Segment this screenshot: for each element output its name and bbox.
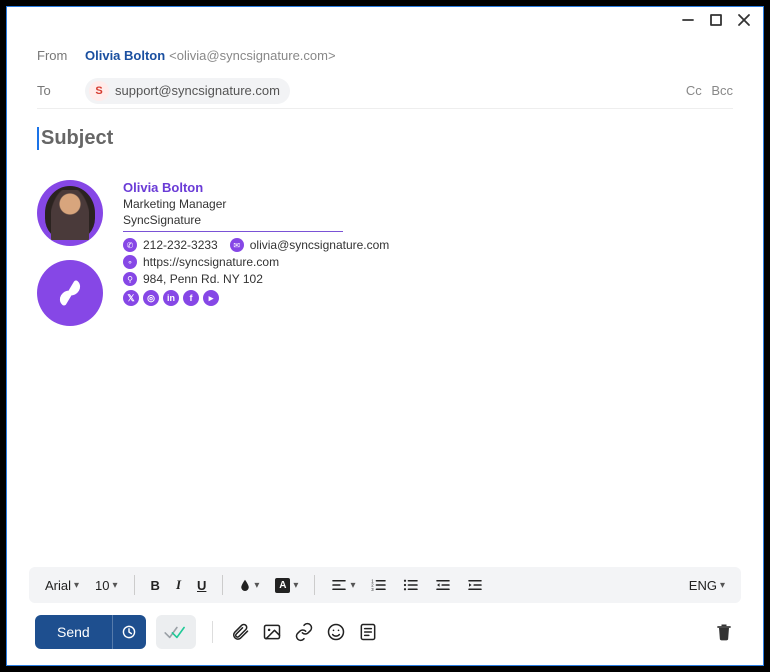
x-icon[interactable]: 𝕏 [123, 290, 139, 306]
font-family-select[interactable]: Arial▾ [39, 574, 85, 597]
close-button[interactable] [737, 13, 751, 32]
recipient-email: support@syncsignature.com [115, 83, 280, 98]
globe-icon: ⚬ [123, 255, 137, 269]
language-select[interactable]: ENG▾ [683, 574, 731, 597]
attachment-button[interactable] [229, 621, 251, 643]
from-label: From [37, 48, 85, 63]
signature-email: olivia@syncsignature.com [250, 238, 390, 252]
send-schedule-button[interactable] [112, 615, 146, 649]
compose-window: From Olivia Bolton <olivia@syncsignature… [6, 6, 764, 666]
template-button[interactable] [357, 621, 379, 643]
action-bar: Send [7, 603, 763, 665]
recipient-badge: S [89, 81, 109, 101]
signature-phone: 212-232-3233 [143, 238, 218, 252]
format-toolbar: Arial▾ 10▾ B I U ▾ A▾ ▾ 123 [29, 567, 741, 603]
recipient-chip[interactable]: S support@syncsignature.com [85, 78, 290, 104]
from-name[interactable]: Olivia Bolton [85, 48, 165, 63]
unordered-list-button[interactable] [397, 575, 425, 595]
highlight-button[interactable]: A▾ [269, 574, 304, 597]
image-button[interactable] [261, 621, 283, 643]
signature-address: 984, Penn Rd. NY 102 [143, 272, 263, 286]
instagram-icon[interactable]: ◎ [143, 290, 159, 306]
window-titlebar [7, 7, 763, 37]
linkedin-icon[interactable]: in [163, 290, 179, 306]
subject-input[interactable] [41, 127, 733, 150]
font-size-select[interactable]: 10▾ [89, 574, 124, 597]
underline-button[interactable]: U [191, 574, 212, 597]
email-signature: Olivia Bolton Marketing Manager SyncSign… [37, 180, 733, 326]
bold-button[interactable]: B [145, 574, 166, 597]
cc-bcc: Cc Bcc [680, 83, 733, 98]
emoji-button[interactable] [325, 621, 347, 643]
to-label: To [37, 83, 85, 98]
signature-company: SyncSignature [123, 213, 389, 227]
from-row: From Olivia Bolton <olivia@syncsignature… [37, 37, 733, 73]
signature-website: https://syncsignature.com [143, 255, 279, 269]
indent-button[interactable] [461, 575, 489, 595]
discard-button[interactable] [713, 621, 735, 643]
ordered-list-button[interactable]: 123 [365, 575, 393, 595]
avatar [37, 180, 103, 246]
company-logo [37, 260, 103, 326]
from-email: <olivia@syncsignature.com> [169, 48, 335, 63]
send-button[interactable]: Send [35, 615, 146, 649]
outdent-button[interactable] [429, 575, 457, 595]
text-color-button[interactable]: ▾ [233, 574, 265, 596]
facebook-icon[interactable]: f [183, 290, 199, 306]
signature-divider [123, 231, 343, 232]
signature-title: Marketing Manager [123, 197, 389, 211]
maximize-button[interactable] [709, 13, 723, 32]
message-body[interactable]: Olivia Bolton Marketing Manager SyncSign… [7, 150, 763, 567]
email-icon: ✉ [230, 238, 244, 252]
to-row: To S support@syncsignature.com Cc Bcc [37, 73, 733, 109]
signature-name: Olivia Bolton [123, 180, 389, 195]
link-button[interactable] [293, 621, 315, 643]
grammar-check-button[interactable] [156, 615, 196, 649]
social-icons: 𝕏 ◎ in f ▸ [123, 290, 389, 306]
cc-button[interactable]: Cc [686, 83, 702, 98]
phone-icon: ✆ [123, 238, 137, 252]
svg-text:3: 3 [372, 587, 375, 591]
bcc-button[interactable]: Bcc [711, 83, 733, 98]
align-button[interactable]: ▾ [325, 575, 361, 595]
location-icon: ⚲ [123, 272, 137, 286]
youtube-icon[interactable]: ▸ [203, 290, 219, 306]
minimize-button[interactable] [681, 13, 695, 32]
italic-button[interactable]: I [170, 573, 187, 597]
